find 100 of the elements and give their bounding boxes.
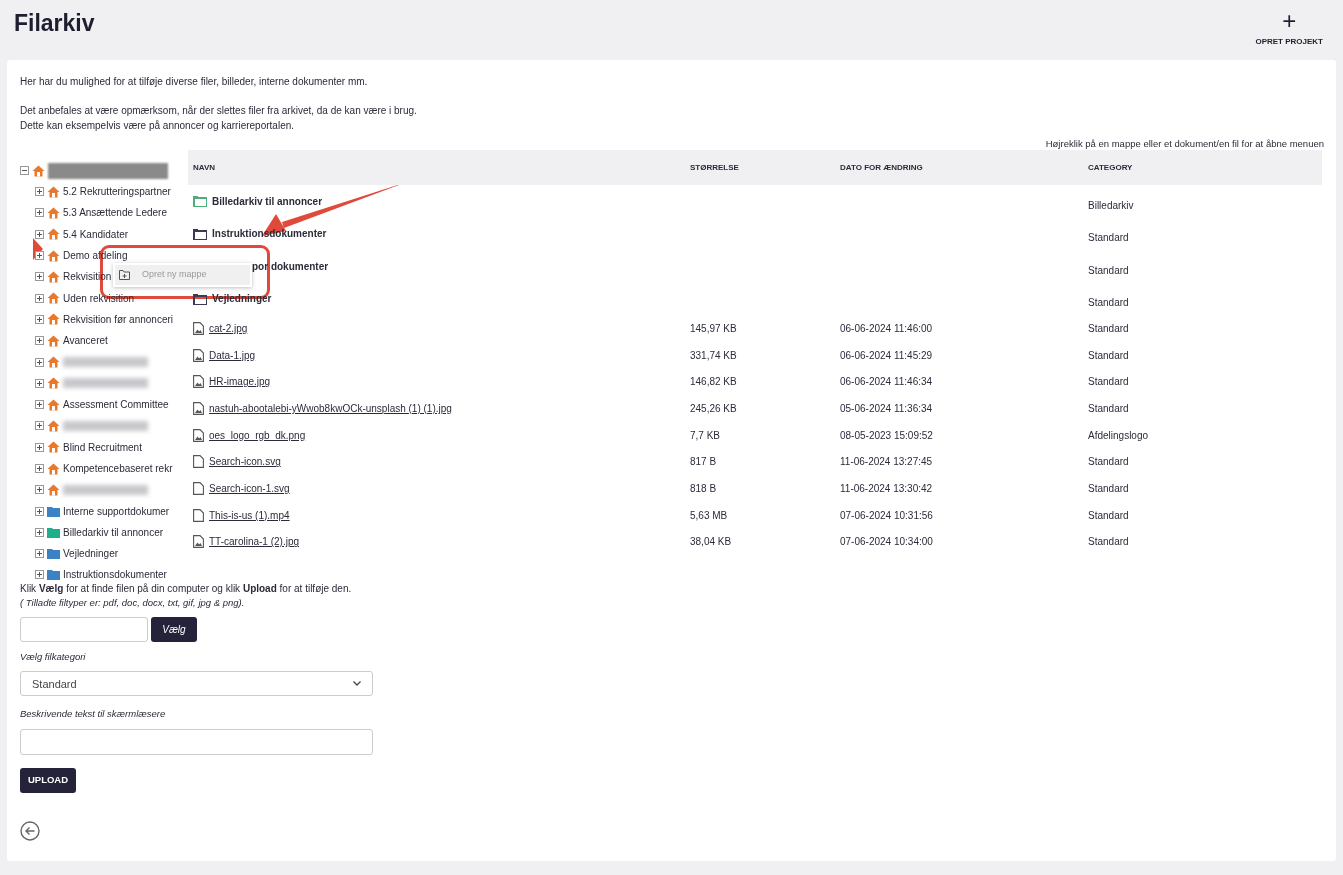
category-cell-text: Standard — [1088, 348, 1130, 363]
create-project-button[interactable]: + OPRET PROJEKT — [1255, 10, 1323, 48]
expand-icon[interactable] — [35, 251, 44, 261]
tree-item[interactable]: 5.2 Rekrutteringspartner — [63, 184, 171, 200]
expand-icon[interactable] — [35, 464, 44, 473]
file-link[interactable]: Search-icon-1.svg — [209, 480, 290, 496]
file-size: 818 B — [690, 481, 718, 496]
house-icon — [47, 313, 60, 326]
expand-icon[interactable] — [35, 336, 44, 346]
file-link[interactable]: oes_logo_rgb_dk.png — [209, 427, 306, 443]
file-size: 38,04 KB — [690, 535, 733, 550]
house-icon — [47, 483, 60, 496]
description-label: Beskrivende tekst til skærmlæsere — [20, 707, 167, 722]
expand-icon[interactable] — [35, 293, 44, 303]
category-cell-text: Standard — [1088, 481, 1130, 496]
category-cell-text: Billedarkiv — [1088, 198, 1135, 213]
house-icon — [47, 377, 60, 390]
upload-button[interactable]: UPLOAD — [20, 767, 76, 793]
image-file-icon — [193, 535, 204, 549]
category-label: Vælg filkategori — [20, 650, 87, 664]
tree-item[interactable]: Kompetencebaseret rekr — [63, 461, 173, 476]
tree-item[interactable]: Vejledninger — [63, 546, 119, 562]
folder-name[interactable]: Instruktionsdokumenter — [212, 226, 327, 242]
category-cell-text: Afdelingslogo — [1088, 428, 1150, 443]
expand-icon[interactable] — [35, 421, 44, 431]
chevron-down-icon — [353, 681, 361, 687]
tree-item[interactable]: Billedarkiv til annoncer — [63, 524, 164, 540]
expand-icon[interactable] — [35, 442, 44, 452]
image-file-icon — [193, 348, 204, 362]
category-cell-text: Standard — [1088, 455, 1130, 470]
house-icon — [47, 441, 60, 454]
modified-date: 07-06-2024 10:31:56 — [840, 508, 934, 523]
modified-date: 07-06-2024 10:34:00 — [840, 535, 934, 550]
category-cell-text: Standard — [1088, 535, 1130, 550]
modified-date: 06-06-2024 11:46:00 — [840, 321, 934, 336]
expand-icon[interactable] — [35, 229, 44, 239]
column-header[interactable]: CATEGORY — [1088, 161, 1317, 174]
house-icon — [47, 419, 60, 432]
file-link[interactable]: Search-icon.svg — [209, 454, 281, 470]
modified-date: 11-06-2024 13:30:42 — [840, 481, 934, 496]
expand-icon[interactable] — [35, 378, 44, 388]
tree-item[interactable]: 5.4 Kandidater — [63, 226, 129, 242]
file-link[interactable]: HR-image.jpg — [209, 374, 271, 390]
house-icon — [47, 270, 60, 283]
house-icon — [47, 334, 60, 347]
house-icon — [47, 356, 60, 368]
upload-instructions: Klik Vælg for at finde filen på din computer og klik Upload for at tilføje den. — [20, 582, 353, 596]
expand-icon[interactable] — [35, 549, 44, 559]
house-icon — [32, 164, 45, 177]
expand-icon[interactable] — [35, 485, 44, 495]
column-header[interactable]: STØRRELSE — [690, 161, 840, 174]
expand-icon[interactable] — [35, 527, 44, 537]
expand-icon[interactable] — [35, 506, 44, 516]
hint-text: Højreklik på en mappe eller et dokument/en fil for at åbne menuen — [1045, 138, 1324, 150]
file-icon — [193, 508, 204, 522]
file-field[interactable] — [20, 617, 148, 642]
tree-item[interactable]: 5.3 Ansættende Ledere — [63, 205, 167, 221]
expand-icon[interactable] — [35, 570, 44, 580]
category-cell-text: Standard — [1088, 231, 1130, 246]
modified-date: 06-06-2024 11:46:34 — [840, 375, 934, 390]
file-link[interactable]: Data-1.jpg — [209, 347, 256, 363]
expand-icon[interactable] — [35, 272, 44, 282]
file-size: 146,82 KB — [690, 375, 738, 390]
file-link[interactable]: This-is-us (1).mp4 — [209, 507, 290, 523]
file-size: 331,74 KB — [690, 348, 738, 363]
modified-date: 06-06-2024 11:45:29 — [840, 348, 934, 363]
modified-date: 11-06-2024 13:27:45 — [840, 455, 934, 470]
category-cell-text: Standard — [1088, 508, 1130, 523]
column-header[interactable]: DATO FOR ÆNDRING — [840, 161, 1088, 174]
expand-icon[interactable] — [35, 314, 44, 324]
folder-name[interactable]: Billedarkiv til annoncer — [212, 193, 323, 209]
allowed-filetypes: ( Tilladte filtyper er: pdf, doc, docx, txt, gif, jpg & png). — [20, 596, 246, 610]
tree-item[interactable]: Blind Recruitment — [63, 439, 142, 455]
file-size: 145,97 KB — [690, 321, 738, 336]
expand-icon[interactable] — [35, 187, 44, 197]
category-select[interactable]: Standard — [20, 671, 373, 697]
file-link[interactable]: cat-2.jpg — [209, 320, 248, 336]
description-field[interactable] — [20, 728, 373, 755]
tree-item[interactable]: Assessment Committee — [63, 397, 169, 413]
choose-button[interactable]: Vælg — [151, 617, 197, 642]
expand-icon[interactable] — [35, 208, 44, 218]
modified-date: 08-05-2023 15:09:52 — [840, 428, 934, 443]
file-size: 245,26 KB — [690, 401, 738, 416]
file-size: 817 B — [690, 455, 718, 470]
category-cell-text: Standard — [1088, 263, 1130, 278]
page-title: Filarkiv — [14, 9, 95, 38]
column-header[interactable]: NAVN — [193, 161, 690, 174]
file-link[interactable]: nastuh-abootalebi-yWwob8kwOCk-unsplash (1) (1).jpg — [209, 400, 452, 416]
category-cell-text: Standard — [1088, 296, 1130, 311]
file-link[interactable]: TT-carolina-1 (2).jpg — [209, 534, 300, 550]
collapse-icon[interactable] — [20, 166, 29, 175]
expand-icon[interactable] — [35, 400, 44, 410]
new-folder-icon — [119, 270, 130, 280]
image-file-icon — [193, 428, 204, 442]
tree-item[interactable]: Avanceret — [63, 333, 108, 349]
intro-text: Det anbefales at være opmærksom, når der slettes filer fra arkivet, da de kan være i brug. — [20, 104, 418, 118]
tree-item[interactable]: Instruktionsdokumenter — [63, 567, 167, 583]
expand-icon[interactable] — [35, 357, 44, 367]
tree-item[interactable]: Interne supportdokumer — [63, 503, 170, 519]
tree-item[interactable]: Rekvisition før annonceri — [63, 311, 174, 327]
